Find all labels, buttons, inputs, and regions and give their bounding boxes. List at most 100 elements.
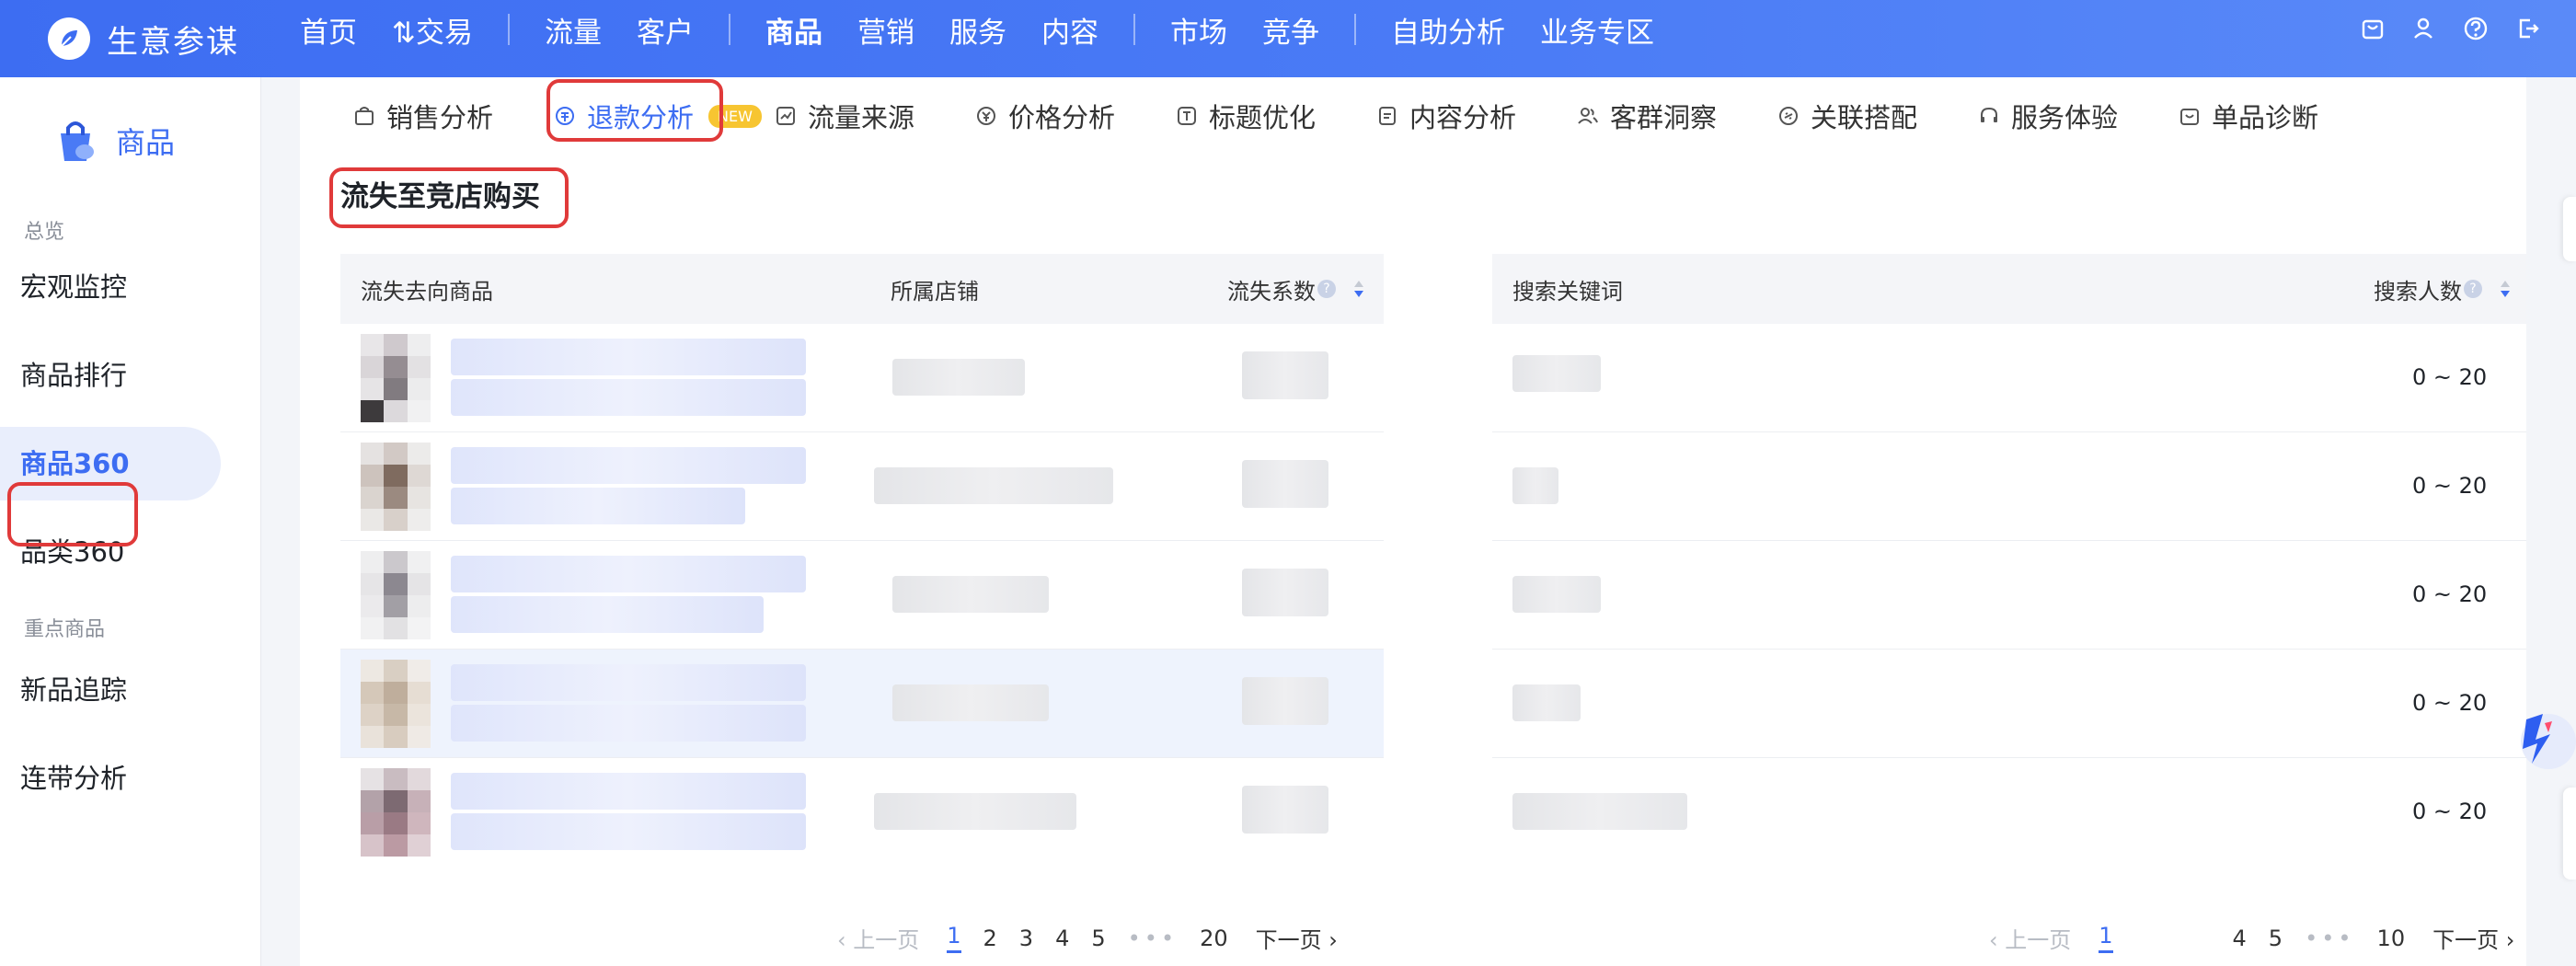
page-last-button[interactable]: 20 (1200, 926, 1228, 951)
col-shop: 所属店铺 (891, 278, 979, 305)
diagnose-icon (2180, 109, 2200, 125)
tab-service-experience[interactable]: 服务体验 (1978, 97, 2118, 135)
next-page-label: 下一页 (2432, 927, 2500, 953)
next-page-button[interactable]: 下一页 › (1256, 922, 1338, 954)
page-4-button[interactable]: 4 (2233, 926, 2247, 951)
app-logo[interactable]: 生意参谋 (48, 17, 239, 62)
right-edge-tab[interactable] (2563, 788, 2576, 880)
table-row[interactable]: 0 ~ 20 (1492, 432, 2526, 541)
table-row[interactable] (340, 758, 1384, 867)
tab-price-analysis[interactable]: 价格分析 (975, 97, 1115, 135)
nav-divider (1353, 14, 1356, 45)
sort-icon[interactable] (2499, 279, 2512, 299)
tab-label: 价格分析 (1007, 102, 1115, 133)
page-5-button[interactable]: 5 (2269, 926, 2283, 951)
col-search-count-label: 搜索人数 (2374, 278, 2462, 305)
nav-trade[interactable]: ⇅交易 (392, 9, 473, 51)
prev-page-button[interactable]: ‹ 上一页 (1989, 922, 2071, 954)
tab-audience-insight[interactable]: 客群洞察 (1577, 97, 1717, 135)
logout-icon[interactable] (2512, 13, 2543, 44)
tab-single-diagnose[interactable]: 单品诊断 (2179, 97, 2318, 135)
coef-blurred (1242, 569, 1328, 616)
table-header: 搜索关键词 搜索人数 ? (1492, 254, 2526, 324)
tab-label: 单品诊断 (2212, 102, 2319, 133)
sidebar-title: 商品 (116, 125, 176, 160)
pagination-left: ‹ 上一页 1 2 3 4 5 ••• 20 下一页 › (837, 922, 1338, 954)
sidebar-item-new-product-track[interactable]: 新品追踪 (0, 653, 260, 727)
page-1-button[interactable]: 1 (2099, 923, 2113, 953)
prev-page-button[interactable]: ‹ 上一页 (837, 922, 919, 954)
doc-icon (1378, 107, 1396, 125)
nav-self-analysis[interactable]: 自助分析 (1391, 9, 1505, 51)
highlight-box-refund-tab (546, 79, 723, 142)
product-title-blurred (451, 705, 806, 742)
sidebar-item-product-rank[interactable]: 商品排行 (0, 339, 260, 412)
page-1-button[interactable]: 1 (947, 923, 961, 953)
shopping-bag-icon (61, 121, 94, 161)
nav-home[interactable]: 首页 (300, 9, 357, 51)
prev-page-label: 上一页 (2005, 927, 2072, 953)
nav-content[interactable]: 内容 (1041, 9, 1098, 51)
nav-product[interactable]: 商品 (765, 9, 822, 51)
nav-traffic[interactable]: 流量 (545, 9, 602, 51)
right-edge-tab[interactable] (2563, 197, 2576, 261)
sidebar-item-bundle-analysis[interactable]: 连带分析 (0, 742, 260, 815)
help-icon[interactable]: ? (2464, 280, 2482, 298)
search-count: 0 ~ 20 (2412, 690, 2488, 716)
tab-label: 标题优化 (1208, 102, 1316, 133)
table-row[interactable] (340, 650, 1384, 758)
product-thumbnail (361, 659, 431, 748)
product-thumbnail (361, 768, 431, 857)
tab-bundle-match[interactable]: 关联搭配 (1777, 97, 1917, 135)
product-title-blurred (451, 773, 806, 810)
nav-market[interactable]: 市场 (1170, 9, 1227, 51)
tab-sales-analysis[interactable]: 销售分析 (353, 97, 493, 135)
sidebar-item-macro-monitor[interactable]: 宏观监控 (0, 250, 260, 324)
table-row[interactable] (340, 432, 1384, 541)
table-row[interactable] (340, 324, 1384, 432)
col-lost-coef[interactable]: 流失系数 ? (1227, 273, 1365, 305)
help-icon[interactable]: ? (1317, 280, 1336, 298)
product-title-blurred (451, 488, 745, 524)
next-page-button[interactable]: 下一页 › (2432, 922, 2514, 954)
nav-competition[interactable]: 竞争 (1262, 9, 1319, 51)
page-last-button[interactable]: 10 (2377, 926, 2406, 951)
price-icon (976, 107, 995, 125)
nav-marketing[interactable]: 营销 (857, 9, 914, 51)
table-row[interactable]: 0 ~ 20 (1492, 650, 2526, 758)
bag-icon[interactable] (2357, 13, 2388, 44)
product-thumbnail (361, 442, 431, 531)
tab-content-analysis[interactable]: 内容分析 (1376, 97, 1516, 135)
page-5-button[interactable]: 5 (1091, 926, 1105, 951)
col-search-count[interactable]: 搜索人数 ? (2374, 273, 2512, 305)
page-ellipsis[interactable]: ••• (2305, 926, 2354, 951)
page-3-button[interactable]: 3 (1019, 926, 1033, 951)
user-icon[interactable] (2409, 13, 2440, 44)
page-ellipsis[interactable]: ••• (1128, 926, 1178, 951)
col-keyword: 搜索关键词 (1512, 278, 1623, 305)
table-header: 流失去向商品 所属店铺 流失系数 ? (340, 254, 1384, 324)
keyword-blurred (1512, 467, 1558, 504)
nav-customer[interactable]: 客户 (637, 9, 694, 51)
table-row[interactable] (340, 541, 1384, 650)
table-row[interactable]: 0 ~ 20 (1492, 541, 2526, 650)
page-4-button[interactable]: 4 (1055, 926, 1069, 951)
ai-assistant-icon[interactable] (2508, 703, 2576, 771)
page-2-button[interactable]: 2 (983, 926, 997, 951)
tab-title-optimize[interactable]: 标题优化 (1176, 97, 1316, 135)
sort-icon[interactable] (1352, 279, 1365, 299)
product-title-blurred (451, 379, 806, 416)
nav-service[interactable]: 服务 (949, 9, 1006, 51)
help-icon[interactable] (2460, 13, 2491, 44)
prev-page-label: 上一页 (853, 927, 920, 953)
table-row[interactable]: 0 ~ 20 (1492, 324, 2526, 432)
app-name: 生意参谋 (107, 23, 239, 61)
nav-business-zone[interactable]: 业务专区 (1540, 9, 1654, 51)
table-row[interactable]: 0 ~ 20 (1492, 758, 2526, 867)
nav-divider (728, 14, 730, 45)
sidebar-header: 商品 (50, 109, 260, 173)
tab-traffic-source[interactable]: 流量来源 (775, 97, 914, 135)
col-product: 流失去向商品 (361, 278, 493, 305)
nav-divider (1133, 14, 1135, 45)
shop-name-blurred (892, 359, 1025, 396)
